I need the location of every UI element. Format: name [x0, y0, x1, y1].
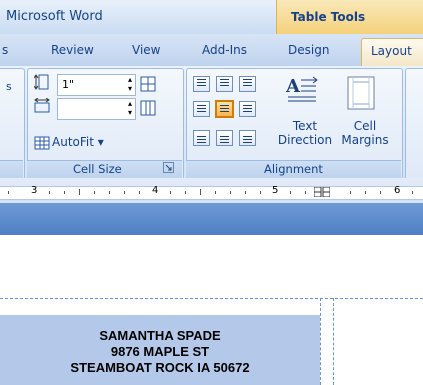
- ruler-tick: [109, 191, 110, 194]
- cell-margins-line2: Margins: [341, 133, 389, 147]
- ruler-number: 3: [31, 185, 38, 196]
- align-top-left-button[interactable]: [193, 76, 210, 92]
- align-top-right-button[interactable]: [239, 76, 256, 92]
- cell-margins-button[interactable]: Cell Margins: [336, 119, 394, 147]
- app-title: Microsoft Word: [6, 9, 103, 24]
- ruler-tick: [124, 191, 125, 194]
- text-direction-icon[interactable]: A: [285, 74, 320, 104]
- table-gridline-vertical: [320, 298, 321, 385]
- align-bottom-left-button[interactable]: [193, 130, 210, 146]
- align-center-left-button[interactable]: [193, 101, 210, 117]
- cell-size-label: Cell Size: [73, 162, 122, 176]
- ruler-tick: [200, 189, 201, 195]
- label-line-street: 9876 MAPLE ST: [110, 344, 210, 359]
- tab-add-ins[interactable]: Add-Ins: [202, 43, 247, 57]
- tab-partial[interactable]: s: [2, 43, 8, 57]
- partial-group-text: s: [6, 80, 12, 93]
- table-gridline-top: [0, 298, 423, 299]
- ruler-tick: [290, 191, 291, 194]
- ruler-tick: [412, 191, 413, 194]
- ruler-tick: [94, 191, 95, 194]
- align-bottom-center-button[interactable]: [216, 130, 233, 146]
- row-height-spinner[interactable]: 1" ▴ ▾: [57, 74, 136, 96]
- ruler-tick: [230, 191, 231, 194]
- align-center-center-button[interactable]: [215, 100, 234, 118]
- autofit-button[interactable]: AutoFit ▾: [52, 135, 104, 149]
- cell-margins-line1: Cell: [353, 119, 377, 133]
- spinner-arrows-icon[interactable]: ▴ ▾: [128, 75, 132, 93]
- ruler-tick: [79, 189, 80, 195]
- cell-margins-icon[interactable]: [347, 76, 375, 110]
- tab-layout[interactable]: Layout: [371, 44, 412, 58]
- tab-view[interactable]: View: [132, 43, 160, 57]
- document-top-band: [0, 203, 423, 235]
- ruler-tick: [365, 191, 366, 194]
- ruler-tick: [170, 191, 171, 194]
- ruler-number: 5: [272, 185, 279, 196]
- label-line-name: SAMANTHA SPADE: [99, 328, 221, 343]
- table-column-width-icon: [34, 97, 50, 114]
- text-direction-line2: Direction: [277, 133, 333, 147]
- table-column-marker-icon[interactable]: [313, 186, 331, 198]
- ruler-tick: [380, 191, 381, 194]
- text-direction-button[interactable]: Text Direction: [275, 119, 335, 147]
- svg-text:A: A: [286, 76, 301, 97]
- table-row-height-icon: [33, 74, 50, 90]
- ruler-tick: [245, 191, 246, 194]
- ruler-tick: [64, 191, 65, 194]
- distribute-columns-icon[interactable]: [140, 100, 156, 116]
- text-direction-line1: Text: [292, 119, 318, 133]
- label-line-city: STEAMBOAT ROCK IA 50672: [70, 360, 250, 375]
- ribbon-group-partial-right: [405, 68, 423, 180]
- ruler-number: 4: [152, 185, 159, 196]
- dialog-launcher-icon[interactable]: [163, 162, 174, 173]
- ruler-tick: [215, 191, 216, 194]
- row-height-value: 1": [62, 78, 75, 91]
- autofit-icon[interactable]: [34, 134, 50, 150]
- tab-design[interactable]: Design: [288, 43, 329, 57]
- ruler-number: 6: [394, 185, 401, 196]
- table-gridline-vertical: [333, 298, 334, 385]
- alignment-label: Alignment: [264, 162, 323, 176]
- align-center-right-button[interactable]: [239, 101, 256, 117]
- distribute-rows-icon[interactable]: [140, 76, 156, 92]
- ruler-tick: [185, 191, 186, 194]
- ruler-tick: [305, 191, 306, 194]
- ruler-tick: [49, 191, 50, 194]
- tab-review[interactable]: Review: [51, 43, 94, 57]
- table-tools-label: Table Tools: [291, 10, 366, 24]
- align-bottom-right-button[interactable]: [239, 130, 256, 146]
- align-top-center-button[interactable]: [216, 76, 233, 92]
- partial-group-label-bar: [0, 160, 23, 179]
- spinner-arrows-icon[interactable]: ▴ ▾: [128, 99, 132, 117]
- ruler-tick: [139, 191, 140, 194]
- ruler-tick: [350, 191, 351, 194]
- ruler-tick: [8, 191, 9, 194]
- ruler-tick: [260, 191, 261, 194]
- column-width-spinner[interactable]: ▴ ▾: [57, 98, 136, 120]
